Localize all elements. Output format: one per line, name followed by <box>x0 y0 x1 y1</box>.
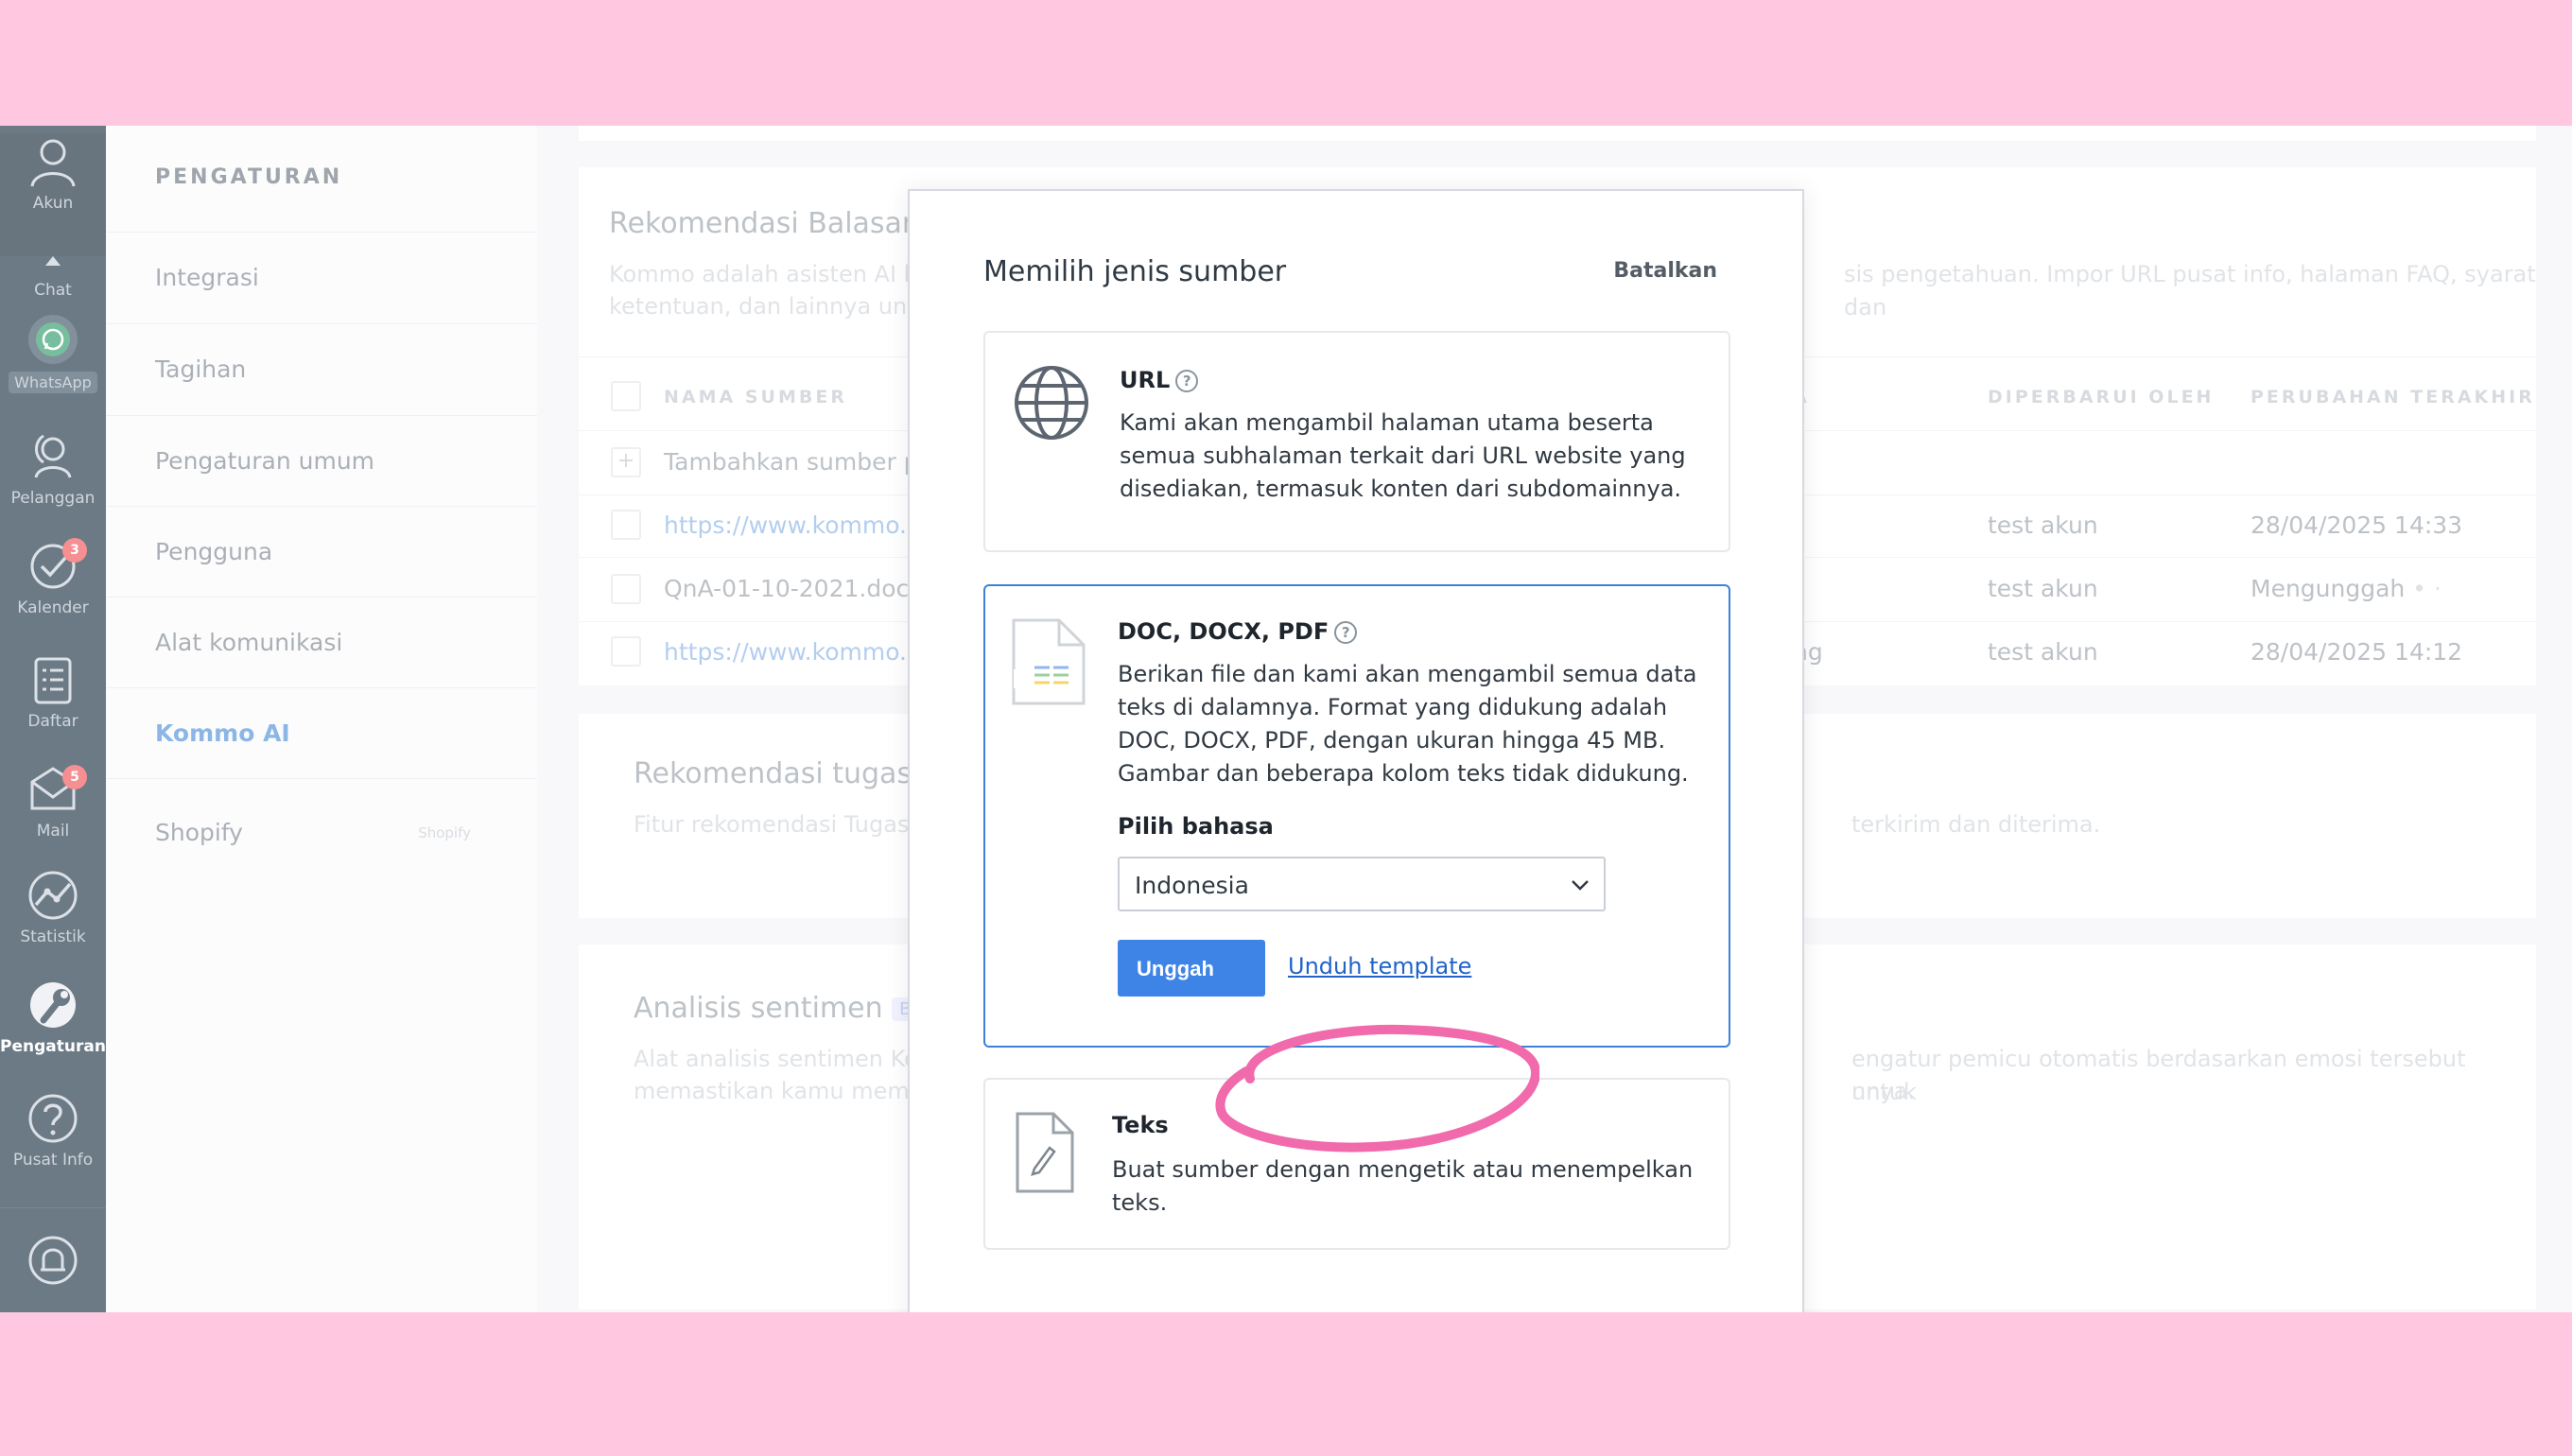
chevron-down-icon <box>1572 880 1589 891</box>
cancel-button[interactable]: Batalkan <box>1613 259 1717 283</box>
language-select[interactable]: Indonesia <box>1118 857 1606 911</box>
language-select-value: Indonesia <box>1135 872 1249 899</box>
question-icon[interactable]: ? <box>1334 621 1358 644</box>
language-label: Pilih bahasa <box>1118 813 1274 840</box>
option-title-text: DOC, DOCX, PDF <box>1118 618 1329 645</box>
highlight-annotation <box>1215 1024 1539 1153</box>
upload-button[interactable]: Unggah <box>1118 940 1265 997</box>
option-title-text: URL <box>1120 367 1171 393</box>
modal-title: Memilih jenis sumber <box>983 255 1287 288</box>
doc-source-option[interactable]: DOC, DOCX, PDF? Berikan file dan kami ak… <box>983 584 1730 1048</box>
option-description: Kami akan mengambil halaman utama besert… <box>1120 409 1686 502</box>
url-source-option[interactable]: URL? Kami akan mengambil halaman utama b… <box>983 331 1730 552</box>
document-icon <box>1012 618 1086 705</box>
option-title: URL? <box>1120 367 1199 393</box>
globe-icon <box>1015 366 1088 440</box>
app-window: Akun Chat WhatsApp Pelanggan Kalender 3 … <box>0 126 2572 1312</box>
question-icon[interactable]: ? <box>1175 370 1199 392</box>
option-description: Buat sumber dengan mengetik atau menempe… <box>1112 1156 1694 1216</box>
option-description: Berikan file dan kami akan mengambil sem… <box>1118 661 1697 787</box>
option-title: Teks <box>1112 1112 1169 1138</box>
option-title: DOC, DOCX, PDF? <box>1118 618 1358 645</box>
download-template-link[interactable]: Unduh template <box>1288 953 1471 979</box>
text-document-icon <box>1016 1112 1074 1193</box>
